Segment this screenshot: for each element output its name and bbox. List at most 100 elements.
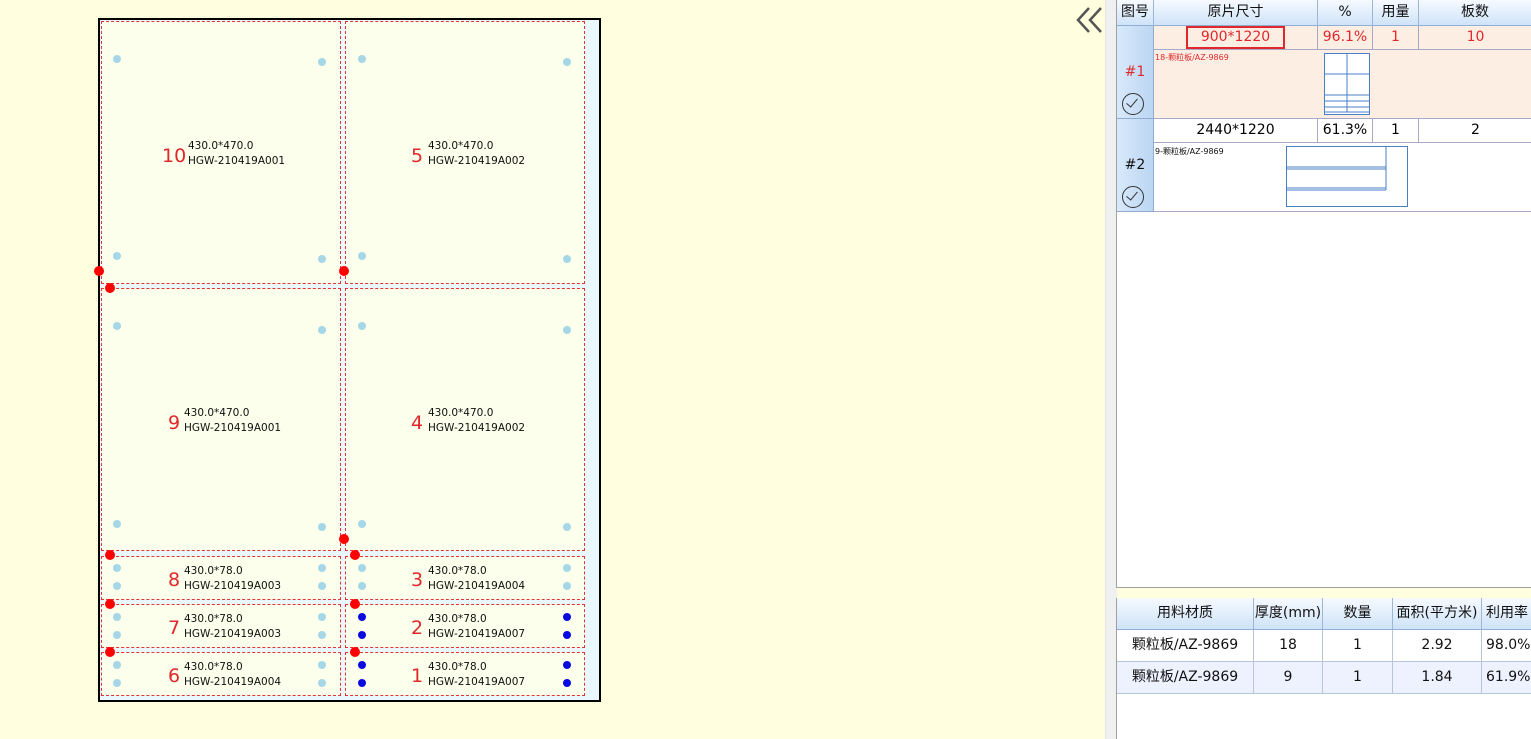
cut-marker bbox=[105, 647, 115, 657]
summary-row-1[interactable]: 颗粒板/AZ-9869 18 1 2.92 98.0% bbox=[1117, 630, 1531, 662]
header-boards[interactable]: 板数 bbox=[1419, 0, 1531, 26]
header-id[interactable]: 图号 bbox=[1117, 0, 1154, 26]
drill-hole bbox=[113, 613, 121, 621]
plan-row-1[interactable]: 900*1220 96.1% 1 10 18-颗粒板/AZ-9869 bbox=[1154, 26, 1531, 119]
cell-util: 61.9% bbox=[1482, 662, 1531, 694]
cell-qty: 1 bbox=[1323, 662, 1393, 694]
part-4[interactable]: 4 430.0*470.0 HGW-210419A002 bbox=[345, 288, 585, 551]
part-size: 430.0*470.0 bbox=[428, 140, 494, 152]
drill-hole bbox=[358, 631, 366, 639]
part-number: 7 bbox=[168, 617, 181, 639]
cell-thickness: 18 bbox=[1254, 630, 1323, 662]
part-10[interactable]: 10 430.0*470.0 HGW-210419A001 bbox=[101, 21, 341, 284]
part-code: HGW-210419A001 bbox=[188, 155, 286, 167]
cell-boards[interactable]: 2 bbox=[1419, 119, 1531, 143]
part-code: HGW-210419A004 bbox=[184, 676, 282, 688]
header-thickness[interactable]: 厚度(mm) bbox=[1254, 598, 1323, 630]
header-qty[interactable]: 数量 bbox=[1323, 598, 1393, 630]
part-1[interactable]: 1 430.0*78.0 HGW-210419A007 bbox=[345, 652, 585, 696]
cut-marker bbox=[350, 550, 360, 560]
row-header-1[interactable]: #1 bbox=[1117, 26, 1154, 119]
part-info: 430.0*470.0 HGW-210419A002 bbox=[428, 139, 525, 169]
header-usage[interactable]: 用量 bbox=[1373, 0, 1419, 26]
cell-usage[interactable]: 1 bbox=[1373, 26, 1419, 50]
layout-thumbnail[interactable] bbox=[1324, 53, 1370, 115]
cut-marker bbox=[350, 647, 360, 657]
cutting-layout-canvas: 10 430.0*470.0 HGW-210419A001 5 430.0*47… bbox=[0, 0, 1105, 739]
part-code: HGW-210419A003 bbox=[184, 628, 282, 640]
part-number: 9 bbox=[168, 412, 181, 434]
drill-hole bbox=[318, 661, 326, 669]
header-material[interactable]: 用料材质 bbox=[1117, 598, 1254, 630]
row-header-2[interactable]: #2 bbox=[1117, 119, 1154, 212]
cell-thickness: 9 bbox=[1254, 662, 1323, 694]
cell-usage[interactable]: 1 bbox=[1373, 119, 1419, 143]
drill-hole bbox=[358, 252, 366, 260]
cell-pct[interactable]: 61.3% bbox=[1318, 119, 1373, 143]
plan-row-2[interactable]: 2440*1220 61.3% 1 2 9-颗粒板/AZ-9869 bbox=[1154, 119, 1531, 212]
cell-size[interactable]: 900*1220 bbox=[1154, 26, 1318, 50]
drill-hole bbox=[318, 582, 326, 590]
cut-marker bbox=[105, 599, 115, 609]
summary-row-2[interactable]: 颗粒板/AZ-9869 9 1 1.84 61.9% bbox=[1117, 662, 1531, 694]
drill-hole bbox=[113, 520, 121, 528]
part-number: 4 bbox=[411, 412, 424, 434]
part-size: 430.0*78.0 bbox=[184, 661, 243, 673]
part-info: 430.0*78.0 HGW-210419A003 bbox=[184, 564, 281, 594]
part-size: 430.0*470.0 bbox=[184, 407, 250, 419]
part-9[interactable]: 9 430.0*470.0 HGW-210419A001 bbox=[101, 288, 341, 551]
cell-material: 颗粒板/AZ-9869 bbox=[1117, 630, 1254, 662]
cell-pct[interactable]: 96.1% bbox=[1318, 26, 1373, 50]
drill-hole bbox=[563, 613, 571, 621]
cell-boards[interactable]: 10 bbox=[1419, 26, 1531, 50]
cut-marker bbox=[339, 534, 349, 544]
part-3[interactable]: 3 430.0*78.0 HGW-210419A004 bbox=[345, 556, 585, 600]
part-2[interactable]: 2 430.0*78.0 HGW-210419A007 bbox=[345, 604, 585, 648]
drill-hole bbox=[318, 255, 326, 263]
material-label: 18-颗粒板/AZ-9869 bbox=[1155, 53, 1229, 62]
drill-hole bbox=[113, 55, 121, 63]
cell-qty: 1 bbox=[1323, 630, 1393, 662]
cell-area: 2.92 bbox=[1393, 630, 1482, 662]
part-size: 430.0*78.0 bbox=[428, 613, 487, 625]
part-number: 3 bbox=[411, 569, 424, 591]
part-size: 430.0*78.0 bbox=[184, 613, 243, 625]
header-util[interactable]: 利用率 bbox=[1482, 598, 1531, 630]
drill-hole bbox=[358, 661, 366, 669]
drill-hole bbox=[563, 326, 571, 334]
part-code: HGW-210419A007 bbox=[428, 628, 526, 640]
part-info: 430.0*470.0 HGW-210419A001 bbox=[188, 139, 285, 169]
cut-marker bbox=[105, 283, 115, 293]
drill-hole bbox=[113, 631, 121, 639]
part-info: 430.0*78.0 HGW-210419A007 bbox=[428, 612, 525, 642]
drill-hole bbox=[358, 322, 366, 330]
part-8[interactable]: 8 430.0*78.0 HGW-210419A003 bbox=[101, 556, 341, 600]
board-sheet[interactable]: 10 430.0*470.0 HGW-210419A001 5 430.0*47… bbox=[98, 18, 601, 702]
part-info: 430.0*78.0 HGW-210419A004 bbox=[184, 660, 281, 690]
header-pct[interactable]: % bbox=[1318, 0, 1373, 26]
collapse-panel-button[interactable] bbox=[1075, 4, 1107, 36]
double-chevron-left-icon bbox=[1076, 7, 1102, 33]
check-circle-icon[interactable] bbox=[1122, 186, 1144, 208]
part-5[interactable]: 5 430.0*470.0 HGW-210419A002 bbox=[345, 21, 585, 284]
part-code: HGW-210419A002 bbox=[428, 422, 526, 434]
check-circle-icon[interactable] bbox=[1122, 93, 1144, 115]
row-id: #2 bbox=[1124, 157, 1146, 173]
part-info: 430.0*78.0 HGW-210419A003 bbox=[184, 612, 281, 642]
header-size[interactable]: 原片尺寸 bbox=[1154, 0, 1318, 26]
cell-size[interactable]: 2440*1220 bbox=[1154, 119, 1318, 143]
part-size: 430.0*470.0 bbox=[428, 407, 494, 419]
drill-hole bbox=[113, 322, 121, 330]
layout-thumbnail[interactable] bbox=[1286, 146, 1409, 208]
part-code: HGW-210419A007 bbox=[428, 676, 526, 688]
header-area[interactable]: 面积(平方米) bbox=[1393, 598, 1482, 630]
part-7[interactable]: 7 430.0*78.0 HGW-210419A003 bbox=[101, 604, 341, 648]
drill-hole bbox=[318, 326, 326, 334]
part-6[interactable]: 6 430.0*78.0 HGW-210419A004 bbox=[101, 652, 341, 696]
drill-hole bbox=[113, 582, 121, 590]
drill-hole bbox=[113, 679, 121, 687]
drill-hole bbox=[358, 679, 366, 687]
material-label: 9-颗粒板/AZ-9869 bbox=[1155, 147, 1224, 156]
part-size: 430.0*78.0 bbox=[184, 565, 243, 577]
part-info: 430.0*78.0 HGW-210419A004 bbox=[428, 564, 525, 594]
